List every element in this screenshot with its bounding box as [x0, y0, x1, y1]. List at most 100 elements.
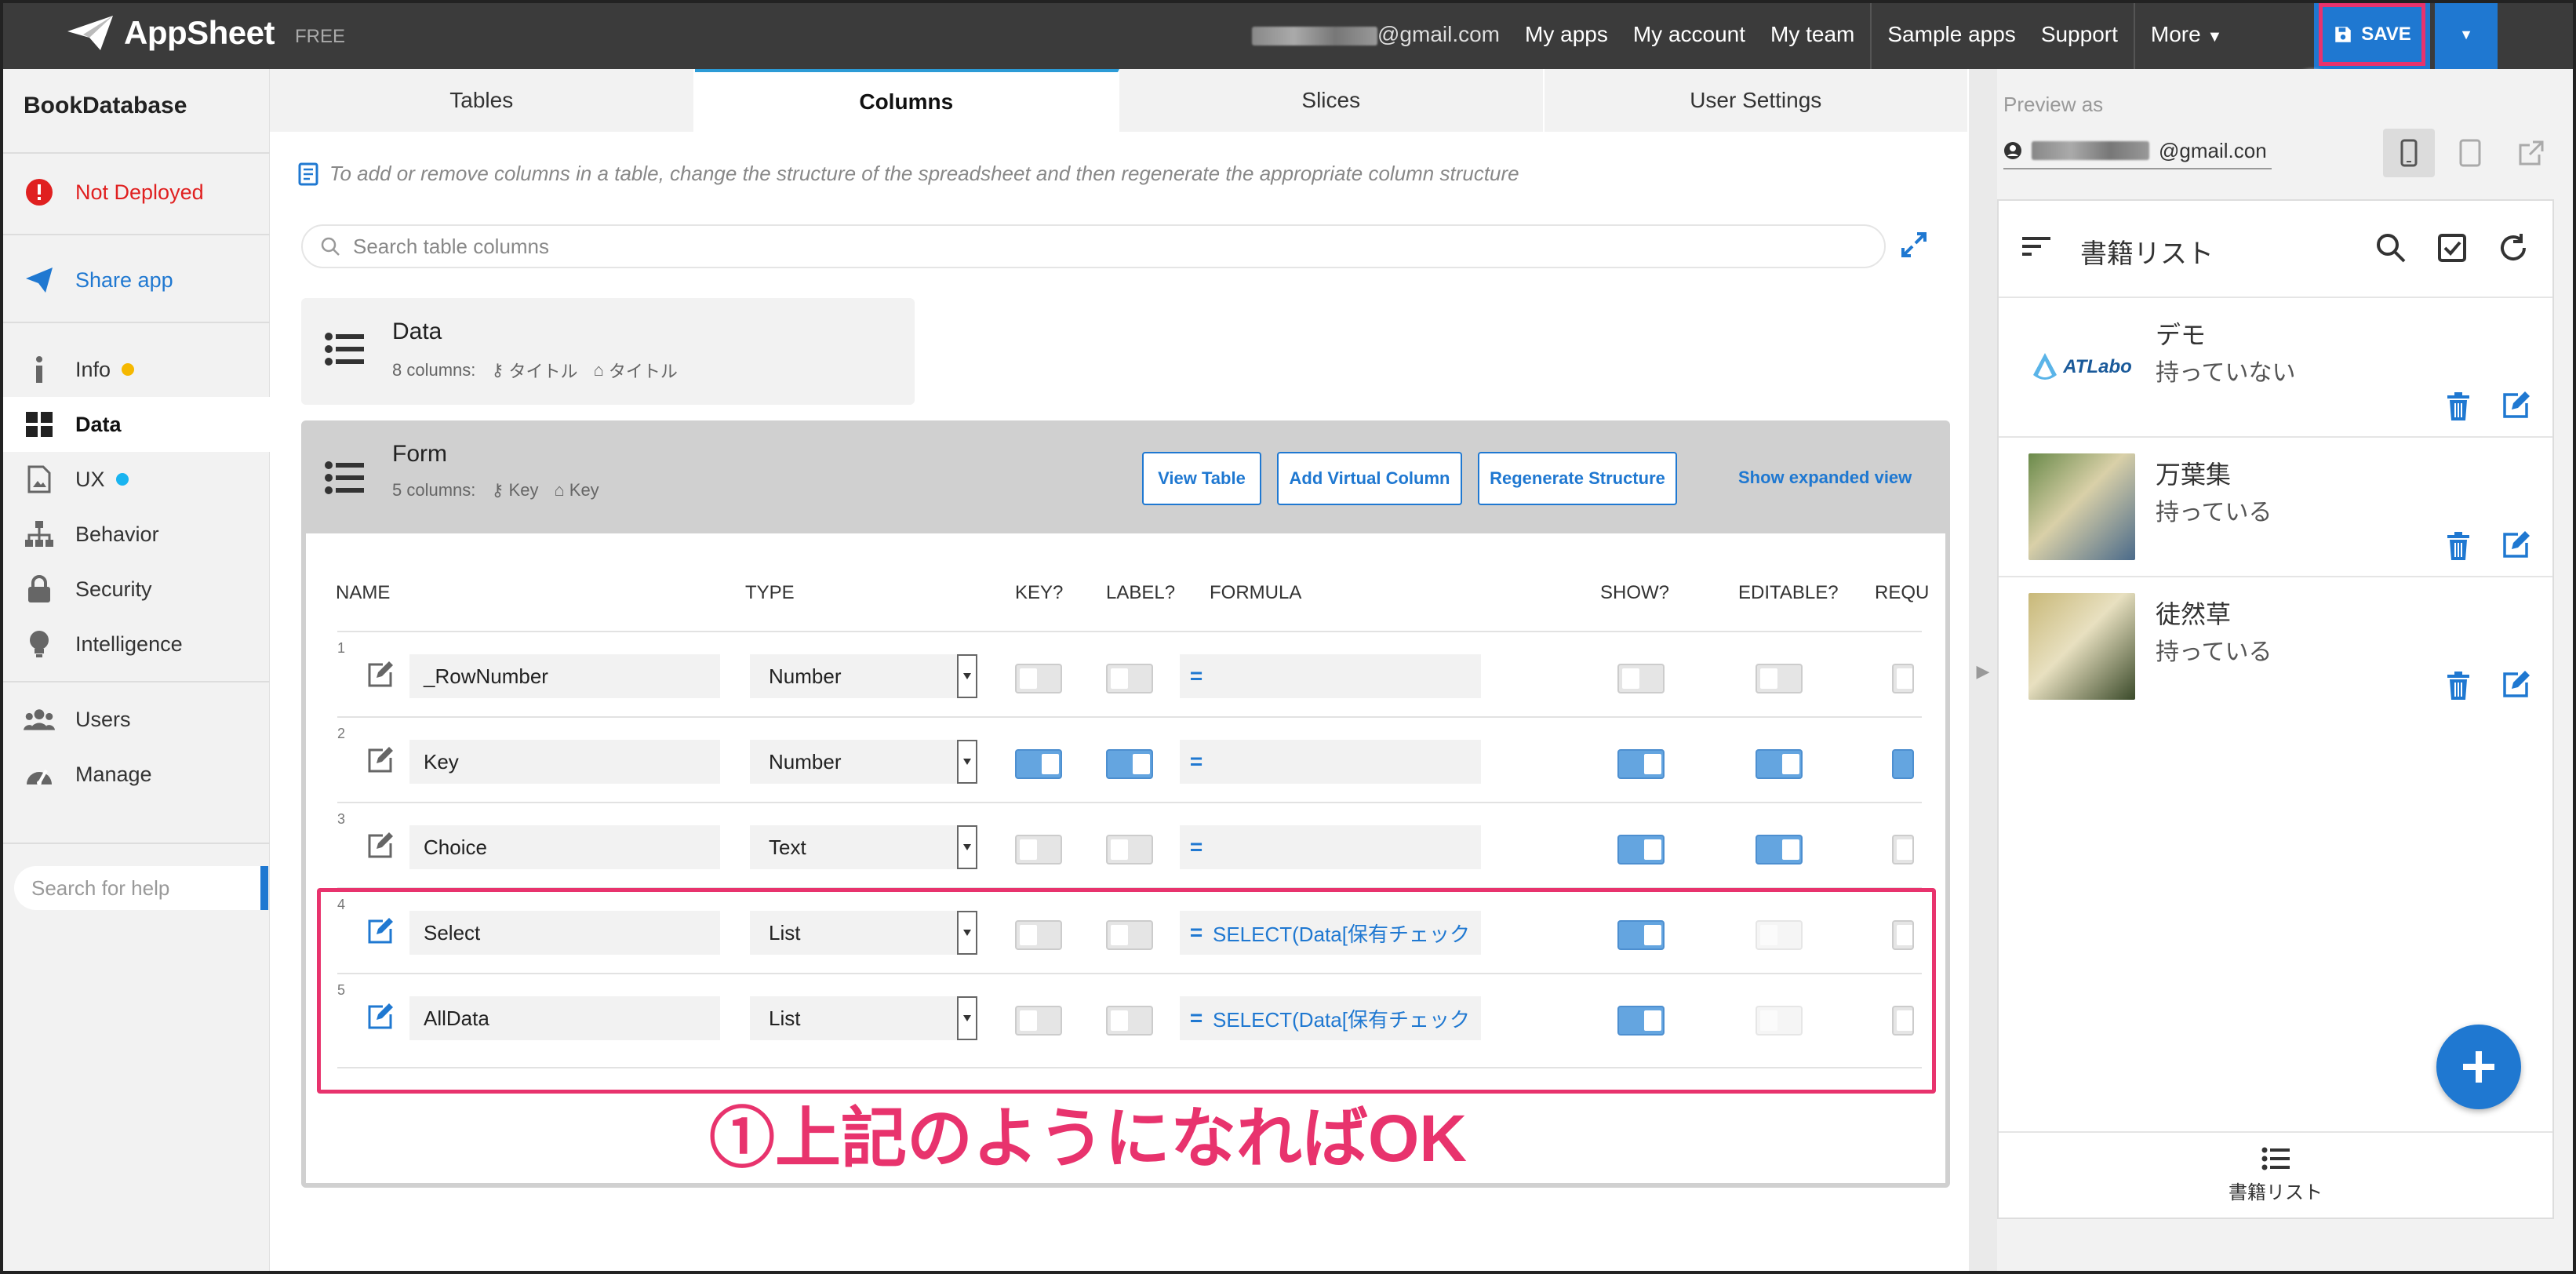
column-name-field[interactable]: Choice	[409, 825, 720, 869]
edit-icon[interactable]	[2502, 391, 2532, 423]
edit-icon[interactable]	[367, 746, 395, 777]
sidebar-item-deploy-status[interactable]: Not Deployed	[0, 165, 270, 220]
tablet-preview-button[interactable]	[2444, 129, 2496, 177]
key-toggle[interactable]	[1015, 749, 1062, 779]
sidebar-item-ux[interactable]: UX	[0, 452, 270, 507]
sidebar-item-users[interactable]: Users	[0, 692, 270, 747]
show-toggle[interactable]	[1617, 749, 1665, 779]
sidebar-item-share-app[interactable]: Share app	[0, 253, 270, 308]
sidebar-item-manage[interactable]: Manage	[0, 747, 270, 802]
gauge-icon	[24, 759, 55, 790]
save-options-dropdown[interactable]: ▼	[2435, 0, 2498, 69]
preview-list-item[interactable]: 万葉集 持っている	[1999, 436, 2552, 576]
sidebar-item-intelligence[interactable]: Intelligence	[0, 617, 270, 672]
divider	[0, 152, 270, 154]
editable-toggle[interactable]	[1756, 835, 1803, 864]
tab-user-settings[interactable]: User Settings	[1545, 69, 1969, 132]
rows-highlight-box	[317, 888, 1936, 1094]
column-type-select[interactable]: Text	[750, 825, 977, 869]
formula-field[interactable]: =	[1180, 740, 1481, 784]
column-name-field[interactable]: Key	[409, 740, 720, 784]
search-columns-input[interactable]: Search table columns	[301, 224, 1886, 268]
label-toggle[interactable]	[1106, 749, 1153, 779]
add-fab-button[interactable]	[2436, 1025, 2521, 1109]
column-name-field[interactable]: _RowNumber	[409, 654, 720, 698]
label-toggle[interactable]	[1106, 664, 1153, 693]
column-type-select[interactable]: Number	[750, 740, 977, 784]
nav-my-account[interactable]: My account	[1621, 22, 1758, 47]
add-virtual-column-button[interactable]: Add Virtual Column	[1277, 452, 1462, 505]
editable-toggle[interactable]	[1756, 749, 1803, 779]
book-cover-image	[2028, 453, 2135, 560]
sidebar-item-label: Not Deployed	[75, 180, 204, 204]
editable-toggle[interactable]	[1756, 664, 1803, 693]
label-toggle[interactable]	[1106, 835, 1153, 864]
sidebar-item-data[interactable]: Data	[0, 397, 270, 452]
checkbox-icon[interactable]	[2436, 232, 2468, 264]
expand-icon[interactable]	[1900, 231, 1928, 263]
info-icon	[24, 354, 55, 385]
nav-my-apps[interactable]: My apps	[1512, 22, 1621, 47]
sort-icon[interactable]	[2021, 232, 2052, 260]
send-icon	[24, 264, 55, 296]
require-toggle[interactable]	[1892, 749, 1914, 779]
help-search-input[interactable]: Search for help	[14, 866, 268, 910]
tab-tables[interactable]: Tables	[270, 69, 695, 132]
edit-icon[interactable]	[2502, 530, 2532, 562]
preview-list-item[interactable]: ATLabo デモ 持っていない	[1999, 297, 2552, 436]
nav-support[interactable]: Support	[2028, 22, 2130, 47]
open-external-button[interactable]	[2505, 129, 2557, 177]
paper-plane-icon	[67, 16, 113, 50]
table-name: Data	[392, 318, 442, 344]
trash-icon[interactable]	[2446, 532, 2471, 564]
edit-icon[interactable]	[367, 832, 395, 862]
key-toggle[interactable]	[1015, 835, 1062, 864]
caret-right-icon: ▶	[1976, 661, 1990, 681]
phone-icon	[2400, 139, 2418, 167]
top-bar: AppSheet FREE @gmail.com My apps My acco…	[0, 0, 2576, 69]
nav-my-team[interactable]: My team	[1758, 22, 1867, 47]
formula-field[interactable]: =	[1180, 825, 1481, 869]
show-expanded-view-link[interactable]: Show expanded view	[1738, 468, 1912, 488]
sidebar-item-behavior[interactable]: Behavior	[0, 507, 270, 562]
bottom-nav-item[interactable]: 書籍リスト	[1999, 1131, 2552, 1218]
formula-field[interactable]: =	[1180, 654, 1481, 698]
nav-more[interactable]: More ▼	[2138, 22, 2235, 47]
col-header-key: KEY?	[1015, 582, 1064, 603]
table-card-data[interactable]: Data 8 columns: ⚷ タイトル ⌂ タイトル	[301, 298, 915, 405]
item-status: 持っていない	[2156, 360, 2296, 386]
ux-icon	[24, 464, 55, 495]
show-toggle[interactable]	[1617, 835, 1665, 864]
edit-icon[interactable]	[2502, 670, 2532, 702]
sidebar-item-security[interactable]: Security	[0, 562, 270, 617]
refresh-icon[interactable]	[2498, 232, 2529, 264]
preview-list-item[interactable]: 徒然草 持っている	[1999, 576, 2552, 715]
regenerate-structure-button[interactable]: Regenerate Structure	[1478, 452, 1677, 505]
sidebar-item-label: Info	[75, 357, 111, 381]
appsheet-logo[interactable]: AppSheet FREE	[66, 14, 345, 52]
col-header-label: LABEL?	[1106, 582, 1176, 603]
item-title: デモ	[2156, 321, 2207, 349]
require-toggle[interactable]	[1892, 835, 1914, 864]
tab-slices[interactable]: Slices	[1119, 69, 1545, 132]
edit-icon[interactable]	[367, 661, 395, 691]
require-toggle[interactable]	[1892, 664, 1914, 693]
item-status: 持っている	[2156, 639, 2272, 665]
show-toggle[interactable]	[1617, 664, 1665, 693]
key-toggle[interactable]	[1015, 664, 1062, 693]
account-email: @gmail.com	[1239, 22, 1512, 47]
search-icon[interactable]	[2375, 232, 2407, 264]
col-header-editable: EDITABLE?	[1738, 582, 1839, 603]
sidebar-item-info[interactable]: Info	[0, 342, 270, 397]
collapse-preview-handle[interactable]: ▶	[1969, 69, 1997, 1274]
phone-preview-button[interactable]	[2383, 129, 2435, 177]
nav-sample-apps[interactable]: Sample apps	[1875, 22, 2028, 47]
trash-icon[interactable]	[2446, 392, 2471, 424]
column-type-select[interactable]: Number	[750, 654, 977, 698]
notification-dot	[115, 473, 129, 486]
view-table-button[interactable]: View Table	[1142, 452, 1261, 505]
bulb-icon	[24, 628, 55, 660]
trash-icon[interactable]	[2446, 672, 2471, 704]
tab-columns[interactable]: Columns	[694, 69, 1119, 132]
preview-user-select[interactable]: @gmail.con	[2003, 133, 2272, 169]
